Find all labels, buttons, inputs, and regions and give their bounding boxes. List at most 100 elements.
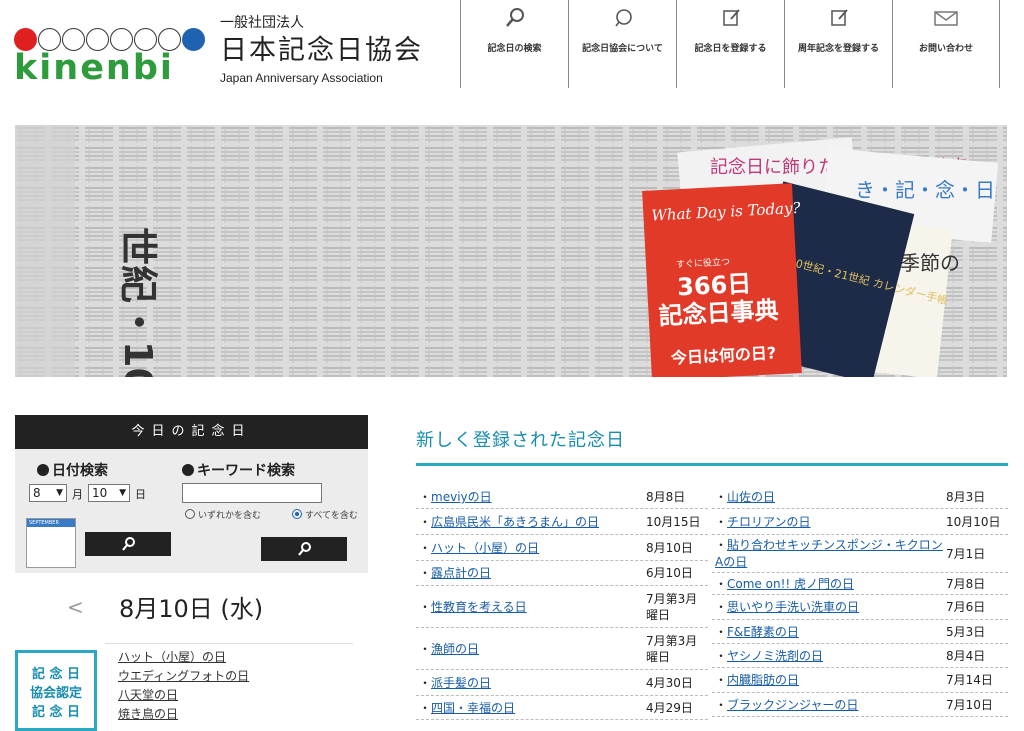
keyword-search-label: キーワード検索 [182, 460, 295, 480]
nav-label: 記念日を登録する [694, 44, 767, 54]
anniversary-link[interactable]: meviyの日 [431, 490, 492, 504]
anniversary-link[interactable]: 山佐の日 [727, 490, 775, 504]
prev-day-arrow[interactable]: < [67, 595, 84, 619]
list-item: ・漁師の日 7月第3月曜日 [416, 628, 708, 670]
today-anniversary-link[interactable]: ハット（小屋）の日 [118, 648, 358, 667]
svg-text:き・記・念・日: き・記・念・日 [855, 178, 995, 202]
anniversary-link[interactable]: 性教育を考える日 [431, 600, 527, 614]
anniversary-date: 7月10日 [946, 698, 993, 712]
divider [105, 643, 353, 644]
certified-anniversary-badge[interactable]: 記 念 日 協会認定 記 念 日 [15, 650, 97, 731]
global-nav: 記念日の検索 記念日協会について 記念日を登録する 周年記念を登録する お問い合… [460, 0, 1000, 88]
section-rule [416, 463, 1008, 466]
nav-contact[interactable]: お問い合わせ [892, 0, 1000, 88]
list-item: ・派手髪の日 4月30日 [416, 670, 708, 696]
anniversary-link[interactable]: 広島県民米「あきろまん」の日 [431, 515, 599, 529]
keyword-input[interactable] [182, 483, 322, 503]
bullet-icon [182, 464, 194, 476]
svg-text:世紀・100: 世紀・100 [116, 227, 160, 377]
anniversary-link[interactable]: 貼り合わせキッチンスポンジ・キクロンAの日 [715, 538, 943, 569]
current-date-row: < 8月10日 (水) [15, 585, 368, 625]
chevron-down-icon: ▼ [119, 488, 126, 498]
anniversary-link[interactable]: Come on!! 虎ノ門の日 [727, 577, 854, 591]
org-name: 日本記念日協会 [220, 35, 423, 66]
badge-line: 記 念 日 [31, 705, 81, 720]
nav-search[interactable]: 記念日の検索 [460, 0, 568, 88]
anniversary-link[interactable]: ハット（小屋）の日 [431, 541, 539, 555]
list-item: ・チロリアンの日 10月10日 [712, 509, 1008, 535]
svg-text:366日: 366日 [676, 269, 751, 301]
day-select[interactable]: 10 ▼ [88, 484, 130, 502]
edit-icon [677, 7, 784, 41]
logo-wordmark: kinenbi [14, 48, 174, 88]
anniversary-date: 8月3日 [946, 490, 986, 504]
date-search-button[interactable] [85, 532, 171, 556]
anniversary-date: 7月8日 [946, 577, 986, 591]
org-type: 一般社団法人 [220, 15, 304, 31]
anniversary-date: 7月14日 [946, 673, 993, 687]
site-header: kinenbi 一般社団法人 日本記念日協会 Japan Anniversary… [0, 0, 1024, 110]
new-list-left: ・meviyの日 8月8日 ・広島県民米「あきろまん」の日 10月15日 ・ハット（… [416, 486, 708, 720]
anniversary-link[interactable]: ヤシノミ洗剤の日 [727, 649, 823, 663]
organization-name-block[interactable]: 一般社団法人 日本記念日協会 Japan Anniversary Associa… [220, 14, 423, 86]
anniversary-link[interactable]: 内臓脂肪の日 [727, 673, 799, 687]
list-item: ・ハット（小屋）の日 8月10日 [416, 535, 708, 561]
calendar-icon[interactable]: SEPTEMBER [26, 518, 76, 568]
svg-text:季節の: 季節の [900, 251, 960, 275]
book-image: What Day is Today? すぐに役立つ 366日 記念日事典 今日は… [642, 183, 802, 377]
nav-about[interactable]: 記念日協会について [568, 0, 676, 88]
anniversary-link[interactable]: チロリアンの日 [727, 515, 811, 529]
anniversary-link[interactable]: 露点計の日 [431, 566, 491, 580]
list-item: ・ヤシノミ洗剤の日 8月4日 [712, 644, 1008, 668]
hero-image: 世紀・100 記念日に飾りたい すてきな花束 き・記・念・日 季節の 20世紀・… [15, 125, 1007, 377]
anniversary-link[interactable]: 四国・幸福の日 [431, 701, 515, 715]
anniversary-date: 7月6日 [946, 600, 986, 614]
today-anniversary-link[interactable]: 焼き鳥の日 [118, 705, 358, 724]
anniversary-date: 10月10日 [946, 515, 1001, 529]
anniversary-date: 8月4日 [946, 649, 986, 663]
nav-register[interactable]: 記念日を登録する [676, 0, 784, 88]
list-item: ・F&E酵素の日 5月3日 [712, 620, 1008, 644]
anniversary-link[interactable]: 派手髪の日 [431, 676, 491, 690]
radio-any-option[interactable]: いずれかを含む [185, 508, 261, 521]
site-logo[interactable]: kinenbi [14, 28, 205, 88]
anniversary-date: 6月10日 [646, 566, 693, 580]
nav-register-anniversary[interactable]: 周年記念を登録する [784, 0, 892, 88]
anniversary-date: 7月1日 [946, 547, 986, 561]
list-item: ・思いやり手洗い洗車の日 7月6日 [712, 595, 1008, 620]
anniversary-link[interactable]: 思いやり手洗い洗車の日 [727, 600, 859, 614]
anniversary-link[interactable]: 漁師の日 [431, 642, 479, 656]
anniversary-link[interactable]: ブラックジンジャーの日 [727, 698, 858, 712]
search-icon [461, 7, 568, 41]
radio-all-option[interactable]: すべてを含む [292, 508, 358, 521]
list-item: ・ブラックジンジャーの日 7月10日 [712, 693, 1008, 717]
today-anniversary-link[interactable]: ウエディングフォトの日 [118, 667, 358, 686]
bullet-icon [37, 464, 49, 476]
radio-any[interactable] [185, 509, 195, 519]
list-item: ・Come on!! 虎ノ門の日 7月8日 [712, 573, 1008, 595]
today-anniversary-link[interactable]: 八天堂の日 [118, 686, 358, 705]
badge-line: 協会認定 [29, 686, 82, 701]
today-search-panel: 今日の記念日 日付検索 キーワード検索 8 ▼ 月 10 ▼ 日 いずれかを含む す… [15, 415, 368, 573]
speech-icon [569, 7, 676, 41]
keyword-search-button[interactable] [261, 537, 347, 561]
date-search-label: 日付検索 [37, 460, 108, 480]
anniversary-date: 7月第3月曜日 [646, 591, 698, 622]
anniversary-date: 5月3日 [946, 625, 986, 639]
list-item: ・四国・幸福の日 4月29日 [416, 696, 708, 720]
today-anniversary-list: ハット（小屋）の日 ウエディングフォトの日 八天堂の日 焼き鳥の日 [118, 648, 358, 724]
nav-label: 記念日協会について [582, 44, 663, 54]
hero-banner: 世紀・100 記念日に飾りたい すてきな花束 き・記・念・日 季節の 20世紀・… [15, 125, 1007, 377]
today-heading: 今日の記念日 [15, 415, 368, 449]
list-item: ・広島県民米「あきろまん」の日 10月15日 [416, 509, 708, 535]
nav-label: 周年記念を登録する [797, 44, 879, 54]
edit-icon [785, 7, 892, 41]
list-item: ・山佐の日 8月3日 [712, 486, 1008, 509]
anniversary-date: 4月30日 [646, 676, 693, 690]
list-item: ・露点計の日 6月10日 [416, 561, 708, 586]
day-unit: 日 [135, 488, 146, 501]
radio-all[interactable] [292, 509, 302, 519]
month-select[interactable]: 8 ▼ [29, 484, 67, 502]
anniversary-date: 10月15日 [646, 515, 701, 529]
anniversary-link[interactable]: F&E酵素の日 [727, 625, 799, 639]
